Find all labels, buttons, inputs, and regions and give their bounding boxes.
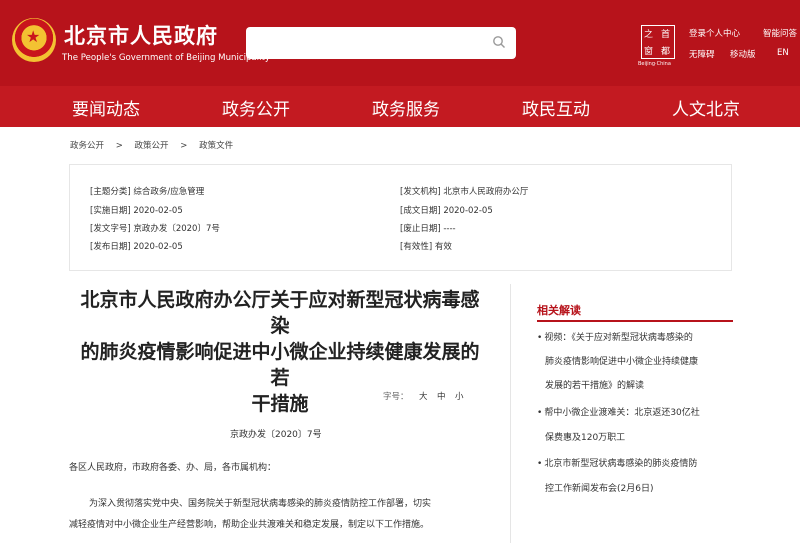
column-divider <box>510 284 511 543</box>
nav-item-gov-affairs[interactable]: 政务公开 <box>222 95 290 120</box>
breadcrumb-link[interactable]: 政务公开 <box>70 141 104 151</box>
article-paragraph-line: 为深入贯彻落实党中央、国务院关于新型冠状病毒感染的肺炎疫情防控工作部署，切实 <box>89 499 432 509</box>
related-item-text[interactable]: 帮中小微企业渡难关：北京返还30亿社 <box>544 408 699 418</box>
meta-topic: [主题分类] 综合政务/应急管理 <box>90 187 205 197</box>
capital-logo-char: 之 <box>644 30 654 40</box>
article-title-line: 北京市人民政府办公厅关于应对新型冠状病毒感染 <box>80 289 480 337</box>
article-doc-number: 京政办发〔2020〕7号 <box>230 430 322 440</box>
language-link[interactable]: EN <box>777 48 789 58</box>
sidebar-title-underline <box>537 320 733 322</box>
capital-logo-char: 窗 <box>644 47 654 57</box>
meta-validity: [有效性] 有效 <box>400 242 452 252</box>
bullet-icon: • <box>537 459 543 469</box>
bullet-icon: • <box>537 333 543 343</box>
capital-caption: Beijing·China <box>638 61 671 67</box>
font-size-small-button[interactable]: 小 <box>455 390 464 402</box>
font-size-large-button[interactable]: 大 <box>419 390 428 402</box>
article-paragraph-line: 减轻疫情对中小微企业生产经营影响，帮助企业共渡难关和稳定发展，制定以下工作措施。 <box>69 520 430 530</box>
capital-window-logo[interactable]: 之 首 窗 都 <box>641 25 675 59</box>
main-nav: 要闻动态 政务公开 政务服务 政民互动 人文北京 <box>0 86 800 127</box>
search-icon[interactable] <box>492 35 506 49</box>
meta-effective-date: [实施日期] 2020-02-05 <box>90 206 183 216</box>
related-item-continued[interactable]: 控工作新闻发布会(2月6日) <box>545 481 653 494</box>
related-item-continued[interactable]: 发展的若干措施》的解读 <box>545 378 644 391</box>
related-item-continued[interactable]: 保费惠及120万职工 <box>545 430 625 443</box>
national-emblem-icon[interactable] <box>12 18 56 62</box>
search-input[interactable] <box>246 27 516 59</box>
site-subtitle: The People's Government of Beijing Munic… <box>62 53 270 63</box>
nav-item-culture[interactable]: 人文北京 <box>672 95 740 120</box>
site-title[interactable]: 北京市人民政府 <box>64 20 218 50</box>
site-header: 北京市人民政府 The People's Government of Beiji… <box>0 0 800 86</box>
mobile-version-link[interactable]: 移动版 <box>730 48 756 60</box>
breadcrumb-link[interactable]: 政策文件 <box>199 141 233 151</box>
capital-logo-char: 首 <box>661 30 671 40</box>
nav-item-interaction[interactable]: 政民互动 <box>522 95 590 120</box>
breadcrumb: 政务公开 > 政策公开 > 政策文件 <box>70 139 242 151</box>
related-item-text[interactable]: 视频：《关于应对新型冠状病毒感染的 <box>544 333 693 343</box>
related-item-text[interactable]: 北京市新型冠状病毒感染的肺炎疫情防 <box>544 459 697 469</box>
meta-doc-number: [发文字号] 京政办发〔2020〕7号 <box>90 224 220 234</box>
login-link[interactable]: 登录个人中心 <box>689 27 740 39</box>
related-item[interactable]: • 视频：《关于应对新型冠状病毒感染的 <box>537 330 693 343</box>
accessibility-link[interactable]: 无障碍 <box>689 48 715 60</box>
related-item[interactable]: • 帮中小微企业渡难关：北京返还30亿社 <box>537 405 700 418</box>
meta-publish-date: [发布日期] 2020-02-05 <box>90 242 183 252</box>
breadcrumb-separator: > <box>115 141 123 151</box>
document-meta-box: [主题分类] 综合政务/应急管理 [发文机构] 北京市人民政府办公厅 [实施日期… <box>69 164 732 271</box>
meta-issuer: [发文机构] 北京市人民政府办公厅 <box>400 187 529 197</box>
nav-item-services[interactable]: 政务服务 <box>372 95 440 120</box>
smart-qa-link[interactable]: 智能问答 <box>763 27 797 39</box>
related-item-continued[interactable]: 肺炎疫情影响促进中小微企业持续健康 <box>545 354 698 367</box>
article-salutation: 各区人民政府，市政府各委、办、局，各市属机构： <box>69 463 277 473</box>
font-size-label: 字号： <box>383 392 409 402</box>
font-size-medium-button[interactable]: 中 <box>437 390 446 402</box>
article-title-line: 的肺炎疫情影响促进中小微企业持续健康发展的若 <box>80 341 480 389</box>
related-interpretation-title: 相关解读 <box>537 304 581 317</box>
meta-created-date: [成文日期] 2020-02-05 <box>400 206 493 216</box>
breadcrumb-link[interactable]: 政策公开 <box>135 141 169 151</box>
breadcrumb-separator: > <box>180 141 188 151</box>
nav-item-news[interactable]: 要闻动态 <box>72 95 140 120</box>
capital-logo-char: 都 <box>661 47 671 57</box>
related-item[interactable]: • 北京市新型冠状病毒感染的肺炎疫情防 <box>537 456 697 469</box>
bullet-icon: • <box>537 408 543 418</box>
meta-abolish-date: [废止日期] ---- <box>400 224 456 234</box>
